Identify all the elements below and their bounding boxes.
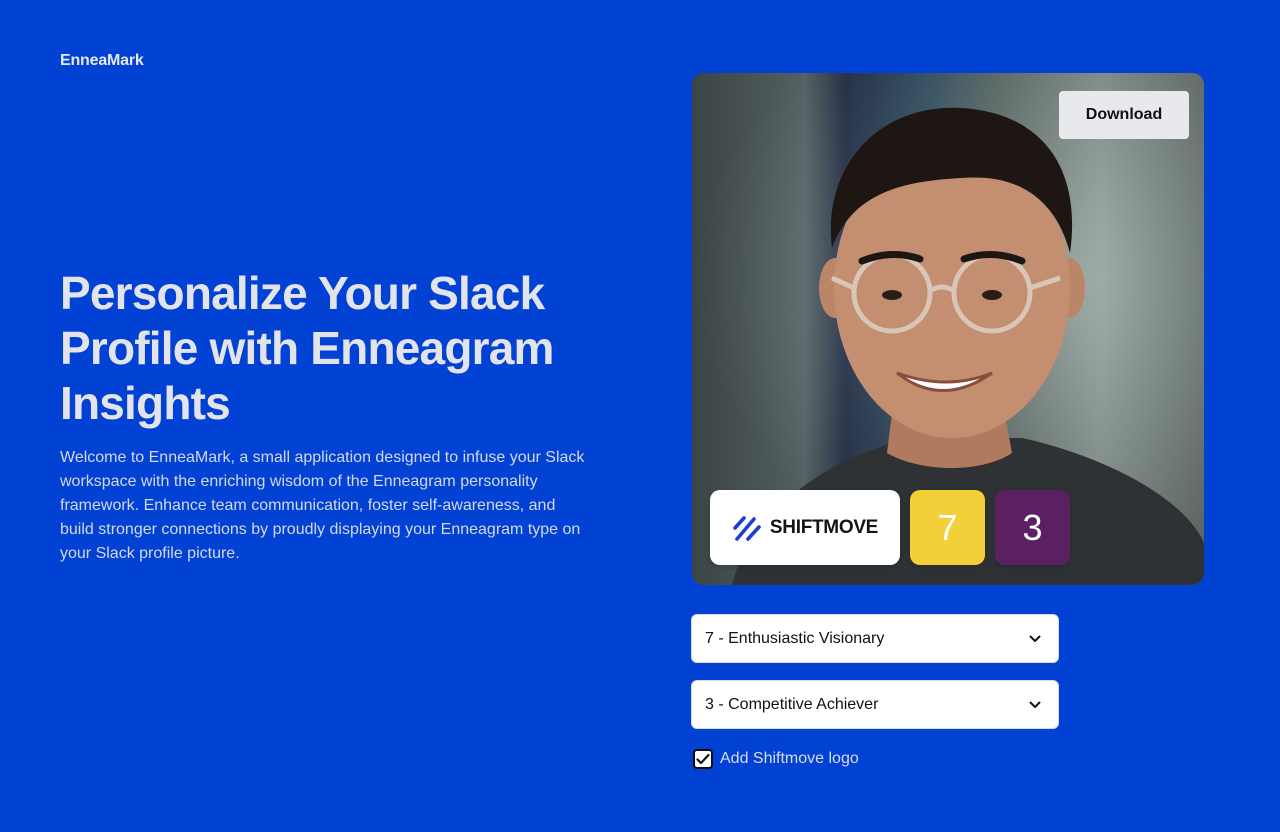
chevron-down-icon (1028, 632, 1042, 646)
primary-type-select[interactable]: 7 - Enthusiastic Visionary (691, 614, 1059, 663)
add-logo-label[interactable]: Add Shiftmove logo (720, 750, 859, 768)
secondary-type-badge: 3 (995, 490, 1070, 565)
shiftmove-logo-badge: SHIFTMOVE (710, 490, 900, 565)
shiftmove-logo-text: SHIFTMOVE (769, 516, 879, 538)
primary-type-select-value: 7 - Enthusiastic Visionary (705, 629, 885, 647)
primary-type-badge: 7 (910, 490, 985, 565)
add-logo-checkbox[interactable] (693, 749, 713, 769)
checkmark-icon (696, 753, 710, 765)
shiftmove-logo-icon (733, 515, 761, 541)
intro-paragraph: Welcome to EnneaMark, a small applicatio… (60, 449, 585, 562)
page-title: Personalize Your Slack Profile with Enne… (60, 267, 554, 429)
secondary-type-select[interactable]: 3 - Competitive Achiever (691, 680, 1059, 729)
secondary-type-select-value: 3 - Competitive Achiever (705, 695, 879, 713)
download-button[interactable]: Download (1059, 91, 1189, 139)
badge-row: SHIFTMOVE 7 3 (710, 490, 1070, 565)
app-logo: EnneaMark (60, 52, 144, 69)
profile-preview: Download SHIFTMOVE 7 3 (692, 73, 1204, 585)
chevron-down-icon (1028, 698, 1042, 712)
add-logo-option[interactable]: Add Shiftmove logo (693, 749, 859, 769)
